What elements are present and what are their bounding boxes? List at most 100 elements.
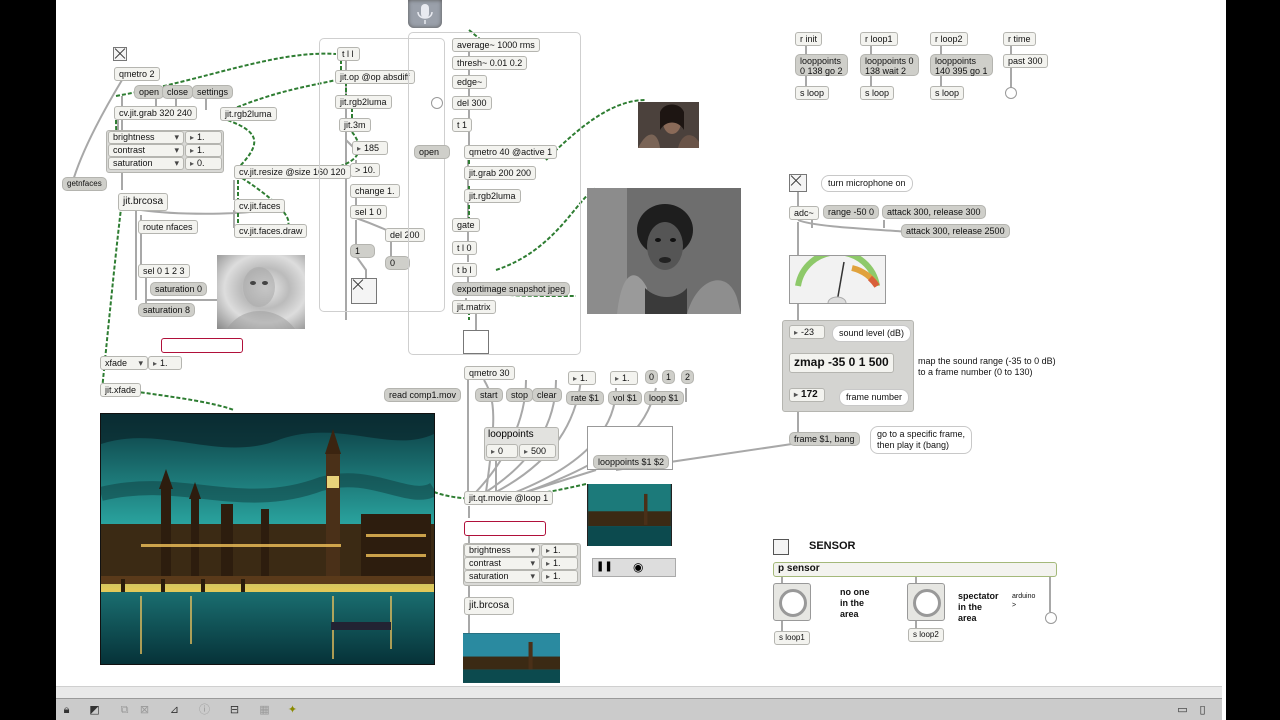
obj-jit-brcosa-a[interactable]: jit.brcosa	[118, 193, 169, 211]
flonum-rate[interactable]: 1.	[568, 371, 596, 385]
msg-attack-2500[interactable]: attack 300, release 2500	[901, 224, 1010, 238]
obj-s-loop-a[interactable]: s loop	[795, 86, 830, 100]
msg-1[interactable]: 1	[350, 244, 375, 258]
msg-stop[interactable]: stop	[506, 388, 534, 402]
obj-del-300[interactable]: del 300	[452, 96, 492, 110]
toggle-sensor[interactable]	[773, 539, 789, 555]
bang-led[interactable]	[431, 97, 443, 109]
msg-range[interactable]: range -50 0	[823, 205, 880, 219]
brcosa-saturation-value[interactable]: 1.	[541, 570, 578, 583]
obj-cv-jit-grab[interactable]: cv.jit.grab 320 240	[114, 106, 197, 120]
obj-qmetro40[interactable]: qmetro 40 @active 1	[464, 145, 558, 159]
brcosa-contrast-menu[interactable]: contrast ▾	[108, 144, 184, 157]
obj-p-sensor[interactable]: p sensor	[773, 562, 1057, 577]
obj-jit-brcosa-b[interactable]: jit.brcosa	[464, 597, 515, 615]
info-icon[interactable]: ⓘ	[198, 703, 211, 716]
obj-jit-3m[interactable]: jit.3m	[339, 118, 371, 132]
obj-route-nfaces[interactable]: route nfaces	[138, 220, 198, 234]
msg-1b[interactable]: 1	[662, 370, 675, 384]
msg-0b[interactable]: 0	[645, 370, 658, 384]
obj-zmap[interactable]: zmap -35 0 1 500	[789, 353, 894, 373]
obj-r-time[interactable]: r time	[1003, 32, 1036, 46]
num-185[interactable]: 185	[352, 141, 388, 155]
transport-bar[interactable]: ❚❚ ◉	[592, 558, 676, 577]
brcosa-brightness-menu[interactable]: brightness ▾	[464, 544, 540, 557]
brcosa-saturation-value[interactable]: 0.	[185, 157, 222, 170]
msg-vol[interactable]: vol $1	[608, 391, 643, 405]
pause-icon[interactable]: ❚❚	[596, 561, 613, 572]
text-input-red-2[interactable]	[464, 521, 546, 536]
msg-open-2[interactable]: open	[414, 145, 450, 159]
snap-icon[interactable]: ⊟	[228, 703, 241, 716]
microphone-icon[interactable]	[408, 0, 442, 28]
bang-time[interactable]	[1005, 87, 1017, 99]
obj-jit-matrix[interactable]: jit.matrix	[452, 300, 496, 314]
num-frame[interactable]: 172	[789, 388, 825, 402]
obj-jit-rgb2luma-c[interactable]: jit.rgb2luma	[464, 189, 521, 203]
obj-change[interactable]: change 1.	[350, 184, 400, 198]
patchcord-icon[interactable]: ⊿	[168, 703, 181, 716]
bang-no-one[interactable]	[773, 583, 811, 621]
msg-looppoints-loop2[interactable]: looppoints 140 395 go 1	[930, 54, 993, 76]
msg-looppoints-loop1[interactable]: looppoints 0 138 wait 2	[860, 54, 919, 76]
panel-left-icon[interactable]: ▭	[1176, 703, 1189, 716]
msg-saturation-0[interactable]: saturation 0	[150, 282, 208, 296]
menu-xfade[interactable]: xfade ▾	[100, 356, 148, 370]
obj-qmetro30[interactable]: qmetro 30	[464, 366, 515, 380]
msg-loop[interactable]: loop $1	[644, 391, 684, 405]
obj-jit-qt-movie[interactable]: jit.qt.movie @loop 1	[464, 491, 554, 505]
obj-cv-jit-faces-draw[interactable]: cv.jit.faces.draw	[234, 224, 308, 238]
brcosa-contrast-value[interactable]: 1.	[185, 144, 222, 157]
brcosa-brightness-menu[interactable]: brightness ▾	[108, 131, 184, 144]
obj-s-loop2[interactable]: s loop2	[908, 628, 944, 642]
clean-icon[interactable]: ✦	[286, 703, 299, 716]
brcosa-contrast-menu[interactable]: contrast ▾	[464, 557, 540, 570]
msg-saturation-8[interactable]: saturation 8	[138, 303, 196, 317]
obj-r-loop1[interactable]: r loop1	[860, 32, 898, 46]
msg-getnfaces[interactable]: getnfaces	[62, 177, 107, 191]
obj-sel-0123[interactable]: sel 0 1 2 3	[138, 264, 190, 278]
obj-past300[interactable]: past 300	[1003, 54, 1048, 68]
num-db[interactable]: -23	[789, 325, 825, 339]
obj-jit-grab-200[interactable]: jit.grab 200 200	[464, 166, 537, 180]
msg-2[interactable]: 2	[681, 370, 694, 384]
debug-icon[interactable]: ▦	[258, 703, 271, 716]
msg-looppoints[interactable]: looppoints $1 $2	[593, 455, 670, 469]
msg-close[interactable]: close	[162, 85, 194, 99]
grid-icon[interactable]: ⧉	[118, 703, 131, 716]
msg-frame-bang[interactable]: frame $1, bang	[789, 432, 860, 446]
obj-t-ll[interactable]: t l l	[337, 47, 360, 61]
num-loop-start[interactable]: 0	[486, 444, 518, 458]
num-loop-end[interactable]: 500	[519, 444, 556, 458]
msg-attack-300[interactable]: attack 300, release 300	[882, 205, 986, 219]
obj-r-loop2[interactable]: r loop2	[930, 32, 968, 46]
obj-gt-10[interactable]: > 10.	[350, 163, 381, 177]
msg-open[interactable]: open	[134, 85, 165, 99]
obj-edge[interactable]: edge~	[452, 75, 488, 89]
obj-jit-rgb2luma-a[interactable]: jit.rgb2luma	[220, 107, 277, 121]
msg-clear[interactable]: clear	[532, 388, 562, 402]
obj-s-loop1[interactable]: s loop1	[774, 631, 810, 645]
msg-0[interactable]: 0	[385, 256, 410, 270]
obj-t-l0[interactable]: t l 0	[452, 241, 477, 255]
presentation-icon[interactable]: ◩	[88, 703, 101, 716]
flonum-vol[interactable]: 1.	[610, 371, 638, 385]
obj-adc[interactable]: adc~	[789, 206, 819, 220]
obj-thresh[interactable]: thresh~ 0.01 0.2	[452, 56, 528, 70]
msg-start[interactable]: start	[475, 388, 503, 402]
brcosa-contrast-value[interactable]: 1.	[541, 557, 578, 570]
brcosa-saturation-menu[interactable]: saturation ▾	[108, 157, 184, 170]
msg-exportimage[interactable]: exportimage snapshot jpeg	[452, 282, 571, 296]
obj-qmetro2[interactable]: qmetro 2	[114, 67, 160, 81]
obj-t-1[interactable]: t 1	[452, 118, 473, 132]
brcosa-brightness-value[interactable]: 1.	[185, 131, 222, 144]
bang-arduino[interactable]	[1045, 612, 1057, 624]
brcosa-brightness-value[interactable]: 1.	[541, 544, 578, 557]
brcosa-saturation-menu[interactable]: saturation ▾	[464, 570, 540, 583]
obj-jit-xfade[interactable]: jit.xfade	[100, 383, 142, 397]
button-bang[interactable]	[463, 330, 489, 354]
msg-looppoints-init[interactable]: looppoints 0 138 go 2	[795, 54, 848, 76]
text-input-red[interactable]	[161, 338, 243, 353]
panel-right-icon[interactable]: ▯	[1196, 703, 1209, 716]
flonum-xfade[interactable]: 1.	[148, 356, 182, 370]
